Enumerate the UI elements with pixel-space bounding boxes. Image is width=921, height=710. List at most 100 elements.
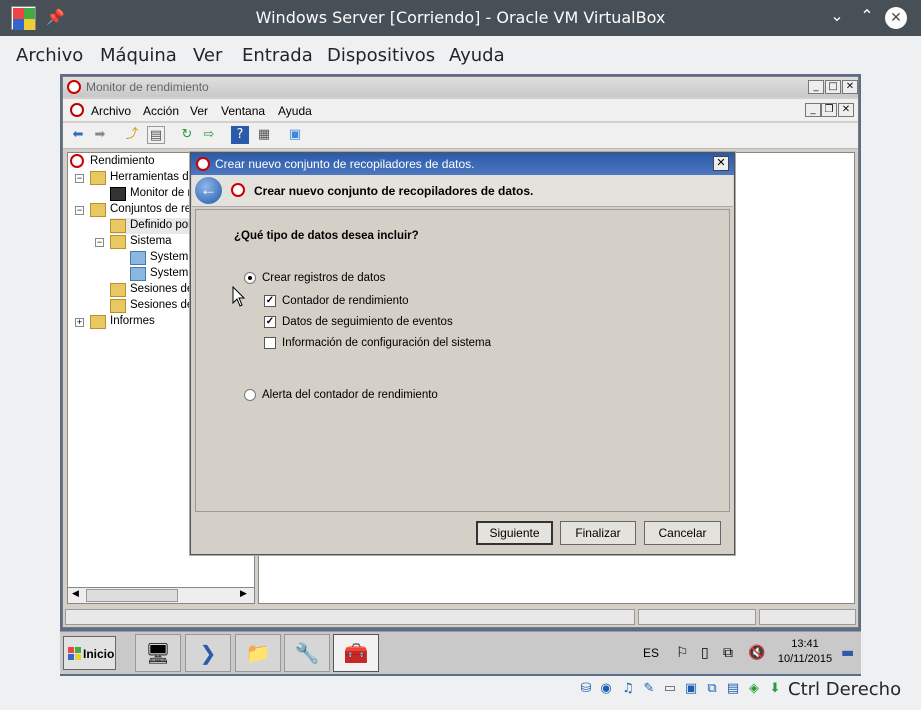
host-close-icon[interactable]: ✕ [885,7,907,29]
mmc-window-title: Monitor de rendimiento [86,80,209,94]
child-close-button[interactable]: ✕ [838,103,854,117]
collapse-icon[interactable]: − [75,174,84,183]
minimize-chevron-icon[interactable]: ⌄ [826,6,848,25]
export-list-icon[interactable]: ⇨ [200,126,218,144]
clipboard-tray-icon[interactable]: ▯ [701,645,709,661]
show-hide-tree-icon[interactable]: ▤ [147,126,165,144]
properties-icon[interactable]: ▦ [255,126,273,144]
folder-icon [110,235,126,249]
host-menu-maquina[interactable]: Máquina [100,45,177,66]
back-arrow-icon[interactable]: ⬅ [69,126,87,144]
video-capture-icon[interactable]: ▤ [725,681,741,697]
wizard-dialog: Crear nuevo conjunto de recopiladores de… [190,152,735,555]
collapse-icon[interactable]: − [95,238,104,247]
collapse-icon[interactable]: − [75,206,84,215]
help-icon[interactable]: ? [231,126,249,144]
wizard-header-title: Crear nuevo conjunto de recopiladores de… [254,184,534,198]
checkbox-configuracion-label[interactable]: Información de configuración del sistema [282,337,491,349]
server-manager-icon[interactable]: 🖥 [135,634,181,672]
scroll-thumb[interactable] [86,589,178,602]
speaker-muted-icon[interactable]: 🔇 [748,645,765,661]
report-folder-icon [90,315,106,329]
start-button[interactable]: Inicio [63,636,116,670]
siguiente-button[interactable]: Siguiente [476,521,553,545]
scroll-left-icon[interactable]: ◀ [72,589,79,599]
display-icon[interactable]: ▣ [683,681,699,697]
wizard-question: ¿Qué tipo de datos desea incluir? [234,230,419,242]
folder-icon [90,203,106,217]
clock[interactable]: 13:41 10/11/2015 [775,637,835,667]
up-folder-icon[interactable]: ⤴ [123,126,141,144]
guest-screen: Monitor de rendimiento _ □ ✕ Archivo Acc… [60,74,861,676]
audio-icon[interactable]: ♫ [620,681,636,697]
harddisk-icon[interactable]: ⛁ [578,681,594,697]
wizard-close-button[interactable]: ✕ [713,156,729,171]
optical-drive-icon[interactable]: ◉ [598,681,614,697]
expand-icon[interactable]: + [75,318,84,327]
checkbox-contador-rendimiento[interactable]: ✓ [264,295,276,307]
folder-icon [90,171,106,185]
host-status-bar: ⛁ ◉ ♫ ✎ ▭ ▣ ⧉ ▤ ◈ ⬇ Ctrl Derecho [0,676,921,710]
cancelar-button[interactable]: Cancelar [644,521,721,545]
child-minimize-button[interactable]: _ [805,103,821,117]
mmc-minimize-button[interactable]: _ [808,80,824,94]
status-panel-2 [638,609,756,625]
host-window-title: Windows Server [Corriendo] - Oracle VM V… [255,8,666,27]
explorer-folder-icon[interactable]: 📁 [235,634,281,672]
wizard-title-bar: Crear nuevo conjunto de recopiladores de… [191,153,734,175]
show-desktop-icon[interactable]: ▬ [841,645,854,661]
toolbox-taskbar-icon[interactable]: 🧰 [333,634,379,672]
checkbox-seguimiento-label[interactable]: Datos de seguimiento de eventos [282,316,453,328]
cpu-icon[interactable]: ◈ [746,681,762,697]
language-indicator[interactable]: ES [643,646,659,660]
perfmon-icon [196,157,210,171]
mmc-title-bar: Monitor de rendimiento _ □ ✕ [63,77,858,97]
network-tray-icon[interactable]: ⧉ [723,645,733,661]
mmc-menu-archivo[interactable]: Archivo [91,104,131,118]
guest-taskbar: Inicio 🖥 ❯ 📁 🔧 🧰 ES ⚐ ▯ ⧉ 🔇 13:41 10/11/… [60,631,861,674]
maximize-chevron-icon[interactable]: ⌃ [856,6,878,25]
admin-tools-icon[interactable]: 🔧 [284,634,330,672]
mmc-menu-ver[interactable]: Ver [190,104,208,118]
radio-crear-registros-label[interactable]: Crear registros de datos [262,272,385,284]
new-window-icon[interactable]: ▣ [286,126,304,144]
mmc-status-bar [63,607,858,627]
host-menu-archivo[interactable]: Archivo [16,45,83,66]
status-panel-3 [759,609,856,625]
checkbox-datos-seguimiento[interactable]: ✓ [264,316,276,328]
host-menu-dispositivos[interactable]: Dispositivos [327,45,435,66]
mmc-close-button[interactable]: ✕ [842,80,858,94]
tree-horizontal-scrollbar[interactable]: ◀ ▶ [67,587,255,604]
host-menu-ver[interactable]: Ver [193,45,222,66]
scroll-right-icon[interactable]: ▶ [240,589,247,599]
host-menu-ayuda[interactable]: Ayuda [449,45,505,66]
checkbox-informacion-configuracion[interactable] [264,337,276,349]
mmc-maximize-button[interactable]: □ [825,80,841,94]
collector-set-icon [130,267,146,281]
radio-selected-dot [248,276,252,280]
perfmon-menu-icon[interactable] [70,103,84,117]
mmc-menu-ayuda[interactable]: Ayuda [278,104,312,118]
usb-icon[interactable]: ✎ [641,681,657,697]
child-restore-button[interactable]: ❐ [821,103,837,117]
radio-crear-registros[interactable] [244,272,256,284]
checkbox-contador-label[interactable]: Contador de rendimiento [282,295,409,307]
status-panel-1 [65,609,635,625]
radio-alerta-label[interactable]: Alerta del contador de rendimiento [262,389,438,401]
clock-date: 10/11/2015 [777,653,833,665]
flag-tray-icon[interactable]: ⚐ [676,645,689,661]
mmc-menu-accion[interactable]: Acción [143,104,179,118]
perfmon-icon [231,183,245,197]
mouse-integration-icon[interactable]: ⬇ [767,681,783,697]
mmc-menu-ventana[interactable]: Ventana [221,104,265,118]
radio-alerta-contador[interactable] [244,389,256,401]
wizard-back-button[interactable]: ← [195,177,222,204]
forward-arrow-icon[interactable]: ➡ [91,126,109,144]
shared-folders-icon[interactable]: ▭ [662,681,678,697]
refresh-icon[interactable]: ↻ [178,126,196,144]
finalizar-button[interactable]: Finalizar [560,521,636,545]
folder-icon [110,299,126,313]
network-adapter-icon[interactable]: ⧉ [704,681,720,697]
powershell-icon[interactable]: ❯ [185,634,231,672]
host-menu-entrada[interactable]: Entrada [242,45,313,66]
